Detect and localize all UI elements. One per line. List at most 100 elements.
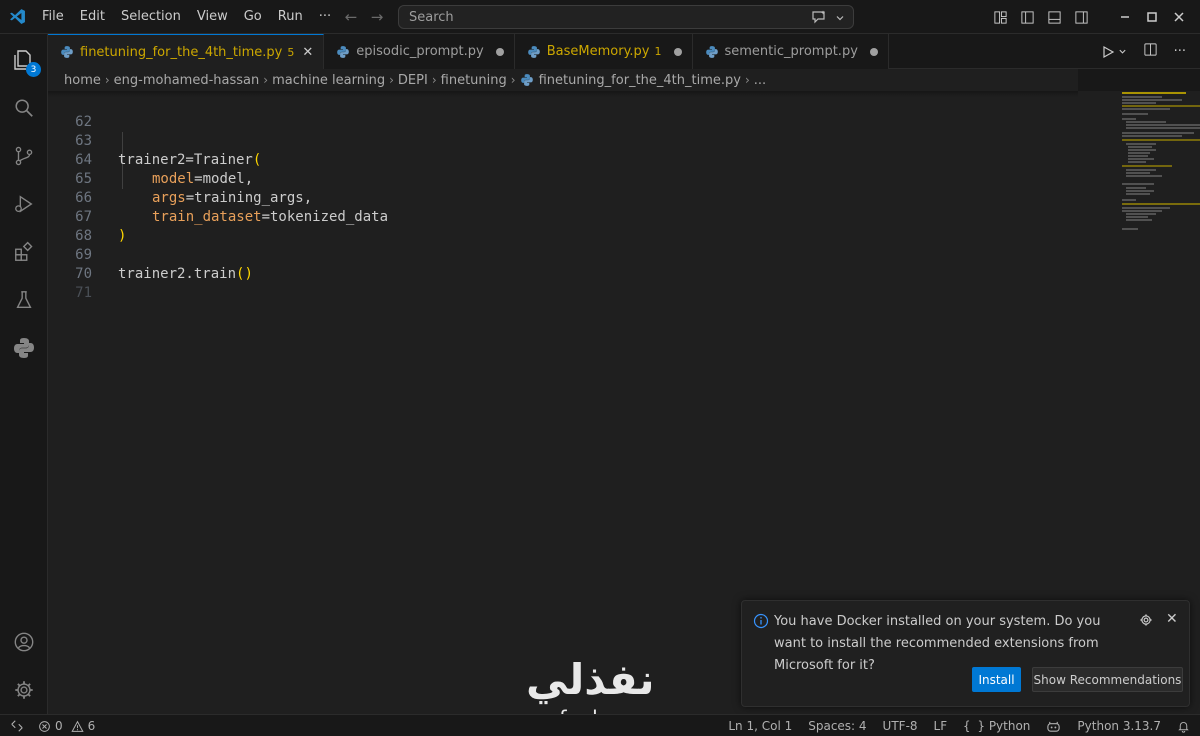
code-line[interactable]: 63 trainer2=Trainer( xyxy=(48,113,1068,168)
tab-sementic-prompt[interactable]: sementic_prompt.py xyxy=(692,34,889,69)
close-window-icon[interactable] xyxy=(1165,0,1192,34)
testing-flask-icon[interactable] xyxy=(0,276,48,324)
breadcrumb-symbol[interactable]: ... xyxy=(754,73,766,88)
error-icon xyxy=(39,720,50,732)
toggle-panel-icon[interactable] xyxy=(1041,0,1068,34)
close-icon[interactable]: ✕ xyxy=(302,45,313,60)
python-file-icon xyxy=(61,46,73,58)
error-count: 0 xyxy=(55,719,63,733)
braces-icon: { } xyxy=(963,719,985,733)
editor-tab-bar: finetuning_for_the_4th_time.py 5 ✕ episo… xyxy=(48,34,1200,69)
language-mode[interactable]: { } Python xyxy=(955,719,1038,733)
code-line[interactable]: 68 xyxy=(48,208,1068,244)
encoding[interactable]: UTF-8 xyxy=(875,719,926,733)
unsaved-dot-icon[interactable] xyxy=(495,47,504,56)
cursor-position[interactable]: Ln 1, Col 1 xyxy=(720,719,800,733)
menu-run[interactable]: Run xyxy=(270,0,311,34)
problems-indicator[interactable]: 0 6 xyxy=(34,719,99,733)
tab-label: episodic_prompt.py xyxy=(356,44,484,59)
toggle-primary-sidebar-icon[interactable] xyxy=(1014,0,1041,34)
code-line[interactable]: 66 train_dataset=tokenized_data xyxy=(48,170,1068,225)
code-line[interactable]: 65 args=training_args, xyxy=(48,151,1068,206)
breadcrumb-home[interactable]: home xyxy=(64,73,101,88)
tab-episodic-prompt[interactable]: episodic_prompt.py xyxy=(324,34,515,69)
tab-base-memory[interactable]: BaseMemory.py 1 xyxy=(514,34,693,69)
python-icon[interactable] xyxy=(0,324,48,372)
chevron-right-icon: › xyxy=(263,73,269,87)
split-editor-icon[interactable] xyxy=(1143,42,1158,61)
copilot-icon[interactable] xyxy=(1038,719,1069,734)
breadcrumb: home › eng-mohamed-hassan › machine lear… xyxy=(48,69,1078,91)
breadcrumb-user[interactable]: eng-mohamed-hassan xyxy=(114,73,260,88)
show-recommendations-button[interactable]: Show Recommendations xyxy=(1032,667,1183,692)
command-center-search[interactable]: Search xyxy=(398,5,854,29)
close-icon[interactable]: ✕ xyxy=(1166,611,1178,627)
python-file-icon xyxy=(705,45,718,58)
activity-bar: 3 xyxy=(0,34,48,714)
more-actions-icon[interactable]: ··· xyxy=(1174,44,1186,59)
explorer-badge: 3 xyxy=(26,62,41,77)
run-python-file-icon[interactable] xyxy=(1101,45,1127,59)
status-bar: 0 6 Ln 1, Col 1 Spaces: 4 UTF-8 LF { } P… xyxy=(0,714,1200,736)
extensions-icon[interactable] xyxy=(0,228,48,276)
vscode-logo-icon xyxy=(0,0,34,34)
minimap[interactable] xyxy=(1122,91,1200,251)
code-line[interactable]: 67 ) xyxy=(48,189,1068,244)
customize-layout-icon[interactable] xyxy=(987,0,1014,34)
run-debug-icon[interactable] xyxy=(0,180,48,228)
chevron-down-icon[interactable] xyxy=(835,12,845,27)
code-line[interactable]: 64 model=model, xyxy=(48,132,1068,187)
search-icon[interactable] xyxy=(0,84,48,132)
back-arrow-icon[interactable]: ← xyxy=(338,8,364,26)
code-line[interactable]: 71 xyxy=(48,265,1068,301)
tab-finetuning[interactable]: finetuning_for_the_4th_time.py 5 ✕ xyxy=(48,34,325,69)
forward-arrow-icon[interactable]: → xyxy=(364,8,390,26)
warning-count: 6 xyxy=(87,719,96,733)
watermark-arabic: نفذلي xyxy=(526,655,655,704)
tab-label: sementic_prompt.py xyxy=(724,44,858,59)
tab-label: finetuning_for_the_4th_time.py xyxy=(80,44,283,60)
breadcrumb-file[interactable]: finetuning_for_the_4th_time.py xyxy=(539,73,741,88)
code-line[interactable]: 62 xyxy=(48,94,1068,130)
copilot-chat-icon[interactable] xyxy=(811,9,827,29)
menu-go[interactable]: Go xyxy=(236,0,270,34)
menu-selection[interactable]: Selection xyxy=(113,0,189,34)
minimize-icon[interactable] xyxy=(1111,0,1138,34)
docker-notification-toast: You have Docker installed on your system… xyxy=(741,600,1190,707)
indentation[interactable]: Spaces: 4 xyxy=(800,719,874,733)
code-line[interactable]: 70 xyxy=(48,246,1068,282)
menu-more[interactable]: ··· xyxy=(311,0,339,34)
line-number: 71 xyxy=(75,285,92,301)
python-file-icon xyxy=(527,45,540,58)
end-of-line[interactable]: LF xyxy=(926,719,956,733)
menu-edit[interactable]: Edit xyxy=(72,0,113,34)
info-icon xyxy=(753,613,769,629)
search-placeholder: Search xyxy=(409,9,454,25)
toggle-secondary-sidebar-icon[interactable] xyxy=(1068,0,1095,34)
unsaved-dot-icon[interactable] xyxy=(869,47,878,56)
menu-file[interactable]: File xyxy=(34,0,72,34)
python-interpreter[interactable]: Python 3.13.7 xyxy=(1069,719,1169,733)
account-icon[interactable] xyxy=(0,618,48,666)
title-bar: File Edit Selection View Go Run ··· ← → … xyxy=(0,0,1200,34)
breadcrumb-ml[interactable]: machine learning xyxy=(272,73,385,88)
warning-icon xyxy=(71,720,84,732)
unsaved-dot-icon[interactable] xyxy=(673,47,682,56)
source-control-icon[interactable] xyxy=(0,132,48,180)
notification-settings-gear-icon[interactable] xyxy=(1139,613,1153,631)
menu-bar: File Edit Selection View Go Run ··· xyxy=(34,0,339,34)
menu-view[interactable]: View xyxy=(189,0,236,34)
python-file-icon xyxy=(337,45,350,58)
maximize-icon[interactable] xyxy=(1138,0,1165,34)
code-line[interactable]: 69 trainer2.train() xyxy=(48,227,1068,282)
settings-gear-icon[interactable] xyxy=(0,666,48,714)
breadcrumb-finetuning[interactable]: finetuning xyxy=(441,73,507,88)
breadcrumb-depi[interactable]: DEPI xyxy=(398,73,428,88)
explorer-icon[interactable]: 3 xyxy=(0,36,48,84)
remote-indicator-icon[interactable] xyxy=(0,719,34,733)
chevron-right-icon: › xyxy=(744,73,750,87)
install-button[interactable]: Install xyxy=(972,667,1021,692)
language-label: Python xyxy=(988,719,1031,733)
notifications-bell-icon[interactable] xyxy=(1169,720,1200,733)
python-file-icon xyxy=(520,74,533,86)
